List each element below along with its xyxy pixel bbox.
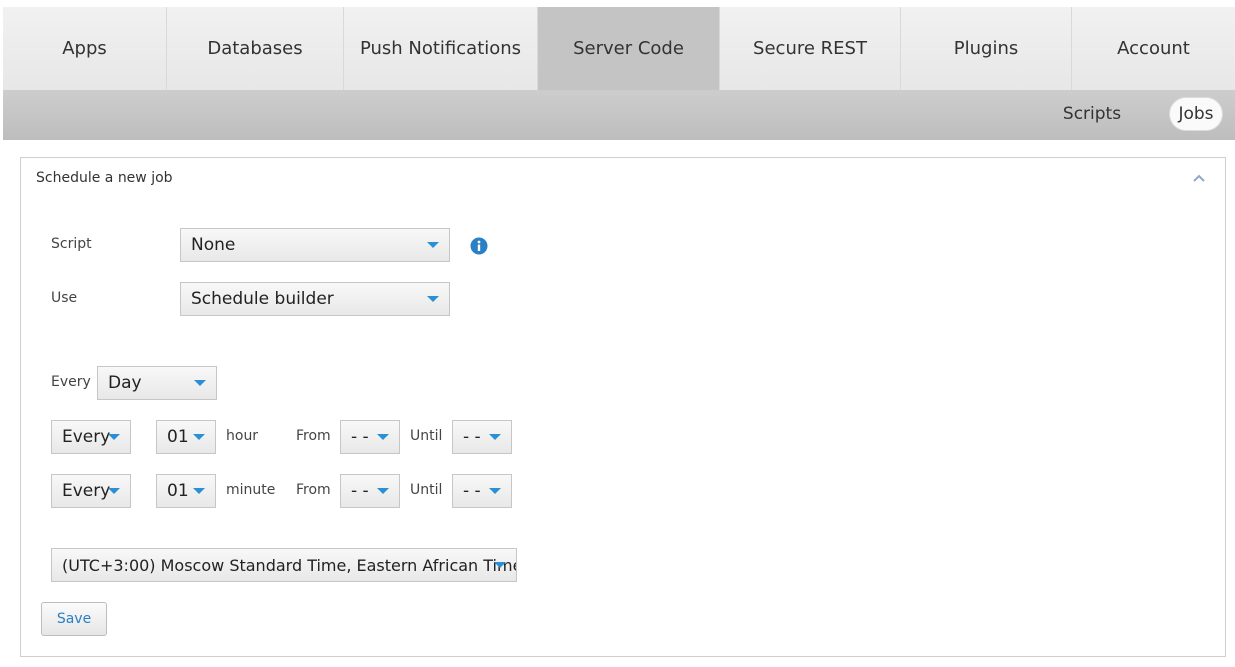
minute-unit-label: minute <box>226 482 276 498</box>
hour-until-label: Until <box>410 428 443 444</box>
script-label: Script <box>51 236 92 252</box>
tab-server-code[interactable]: Server Code <box>538 7 720 90</box>
chevron-up-icon[interactable] <box>1191 171 1207 185</box>
hour-until-select[interactable]: - - <box>452 420 512 454</box>
chevron-down-icon <box>489 434 501 440</box>
script-select[interactable]: None <box>180 228 450 262</box>
schedule-job-panel: Schedule a new job Script None Use Sched… <box>20 157 1226 657</box>
minute-amount-select[interactable]: 01 <box>156 474 216 508</box>
every-period-select[interactable]: Day <box>97 366 217 400</box>
subtab-scripts[interactable]: Scripts <box>1054 97 1130 131</box>
minute-until-select[interactable]: - - <box>452 474 512 508</box>
hour-until-value: - - <box>463 427 481 447</box>
hour-amount-select[interactable]: 01 <box>156 420 216 454</box>
minute-mode-select[interactable]: Every <box>51 474 131 508</box>
top-navigation: Apps Databases Push Notifications Server… <box>3 7 1235 90</box>
panel-title: Schedule a new job <box>36 170 173 186</box>
hour-mode-select[interactable]: Every <box>51 420 131 454</box>
chevron-down-icon <box>427 242 439 248</box>
hour-from-label: From <box>296 428 331 444</box>
hour-from-value: - - <box>351 427 369 447</box>
minute-from-select[interactable]: - - <box>340 474 400 508</box>
tab-plugins[interactable]: Plugins <box>901 7 1072 90</box>
minute-from-value: - - <box>351 481 369 501</box>
use-select-value: Schedule builder <box>191 289 334 309</box>
chevron-down-icon <box>494 562 506 568</box>
tab-secure-rest[interactable]: Secure REST <box>720 7 901 90</box>
use-select[interactable]: Schedule builder <box>180 282 450 316</box>
hour-mode-value: Every <box>62 427 111 447</box>
timezone-value: (UTC+3:00) Moscow Standard Time, Eastern… <box>62 555 517 575</box>
chevron-down-icon <box>108 488 120 494</box>
save-button[interactable]: Save <box>41 602 107 636</box>
every-label: Every <box>51 374 91 390</box>
minute-from-label: From <box>296 482 331 498</box>
timezone-select[interactable]: (UTC+3:00) Moscow Standard Time, Eastern… <box>51 548 517 582</box>
hour-unit-label: hour <box>226 428 259 444</box>
hour-from-select[interactable]: - - <box>340 420 400 454</box>
chevron-down-icon <box>377 488 389 494</box>
hour-amount-value: 01 <box>167 427 189 447</box>
chevron-down-icon <box>108 434 120 440</box>
chevron-down-icon <box>193 488 205 494</box>
minute-until-label: Until <box>410 482 443 498</box>
minute-amount-value: 01 <box>167 481 189 501</box>
tab-account[interactable]: Account <box>1072 7 1235 90</box>
subtab-jobs[interactable]: Jobs <box>1169 97 1223 131</box>
chevron-down-icon <box>427 296 439 302</box>
minute-until-value: - - <box>463 481 481 501</box>
script-select-value: None <box>191 235 236 255</box>
tab-push-notifications[interactable]: Push Notifications <box>344 7 538 90</box>
chevron-down-icon <box>194 380 206 386</box>
chevron-down-icon <box>377 434 389 440</box>
tab-apps[interactable]: Apps <box>3 7 167 90</box>
info-icon[interactable] <box>470 237 488 255</box>
chevron-down-icon <box>489 488 501 494</box>
minute-mode-value: Every <box>62 481 111 501</box>
every-period-value: Day <box>108 373 142 393</box>
tab-databases[interactable]: Databases <box>167 7 344 90</box>
sub-navigation: Scripts Jobs <box>3 90 1235 140</box>
use-label: Use <box>51 290 78 306</box>
chevron-down-icon <box>193 434 205 440</box>
